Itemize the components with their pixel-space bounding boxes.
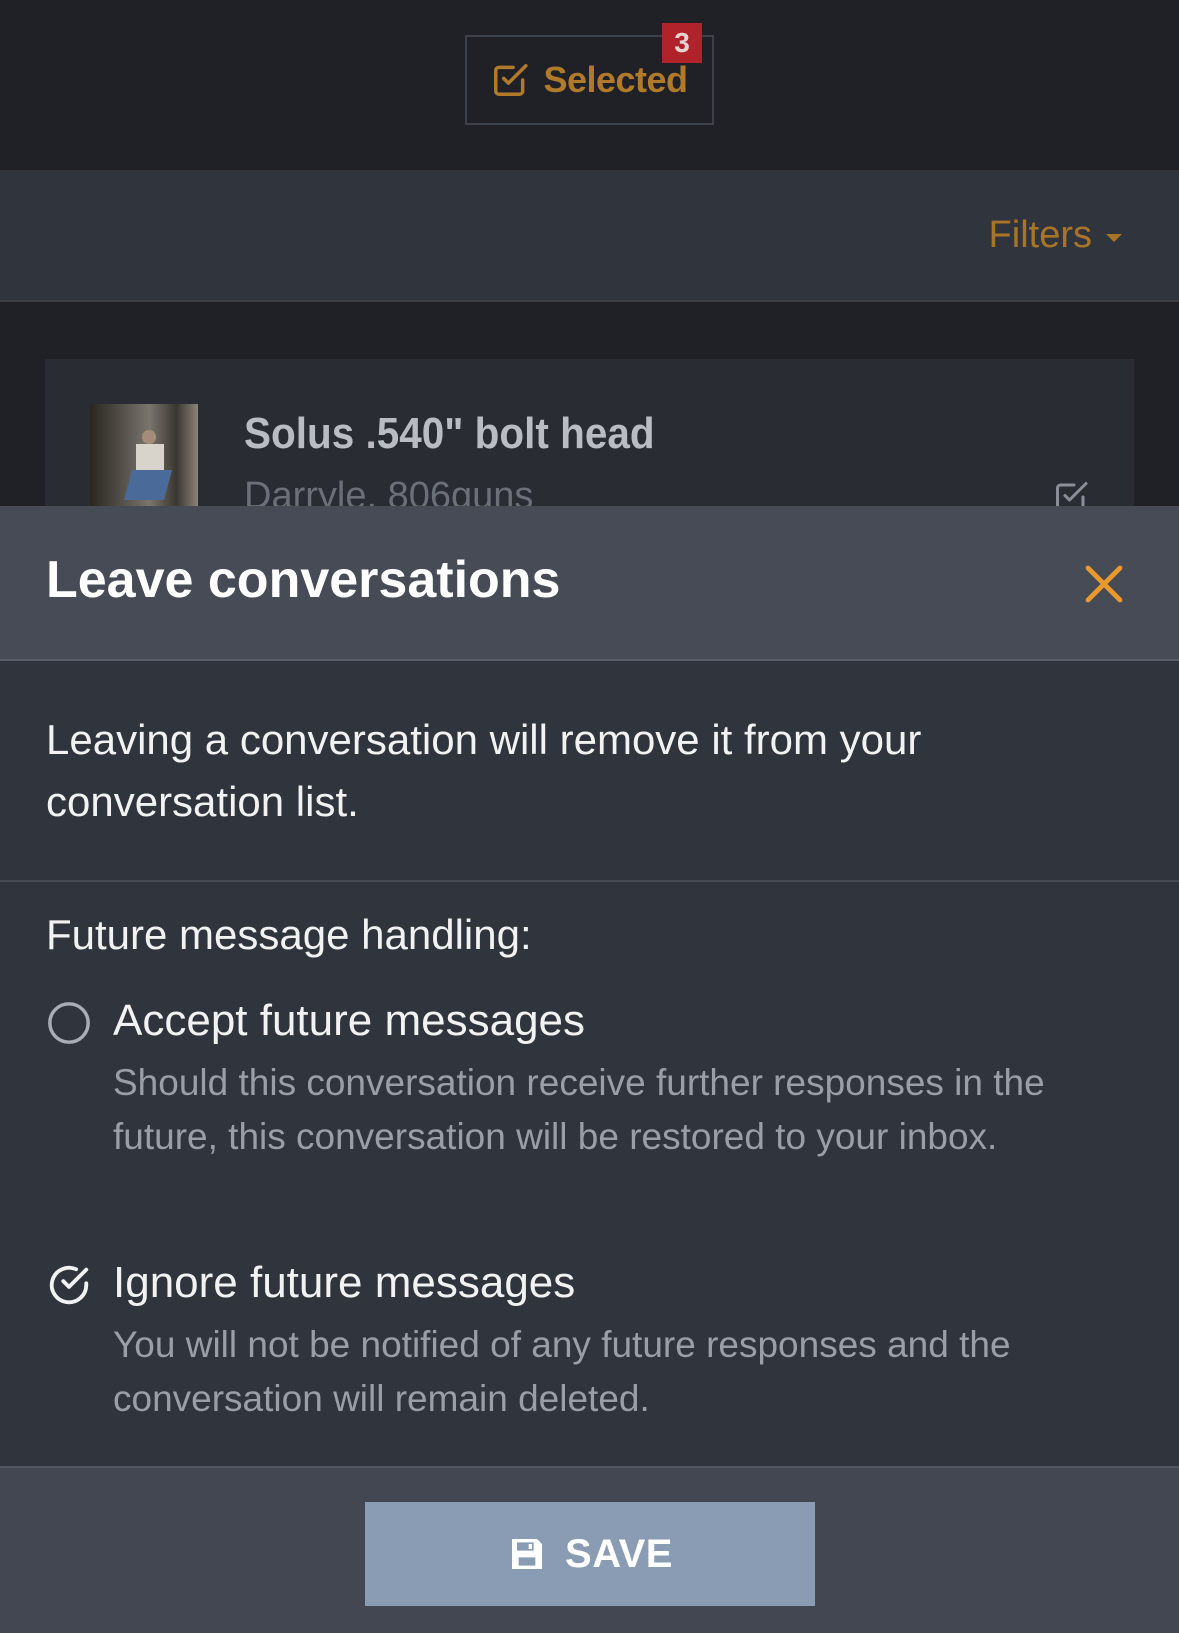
caret-down-icon bbox=[1106, 233, 1122, 242]
filters-label: Filters bbox=[988, 214, 1092, 256]
top-bar: Selected 3 bbox=[0, 0, 1179, 170]
option-description: You will not be notified of any future r… bbox=[113, 1324, 1011, 1419]
future-handling-label: Future message handling: bbox=[46, 911, 532, 958]
save-label: SAVE bbox=[565, 1531, 673, 1576]
radio-checked-icon[interactable] bbox=[46, 1262, 92, 1308]
intro-text: Leaving a conversation will remove it fr… bbox=[46, 716, 922, 825]
floppy-disk-icon bbox=[512, 1539, 543, 1569]
option-title: Ignore future messages bbox=[113, 1258, 576, 1307]
leave-conversations-modal: Leave conversations Leaving a conversati… bbox=[0, 506, 1179, 1633]
option-title: Accept future messages bbox=[113, 996, 586, 1045]
close-icon[interactable] bbox=[1080, 560, 1128, 608]
filters-dropdown[interactable]: Filters bbox=[989, 214, 1122, 257]
conversation-title: Solus .540" bolt head bbox=[244, 409, 655, 458]
modal-title: Leave conversations bbox=[46, 551, 561, 609]
selected-label: Selected bbox=[543, 59, 688, 100]
modal-header: Leave conversations bbox=[0, 506, 1179, 661]
conversation-thumbnail bbox=[90, 404, 198, 512]
save-button[interactable]: SAVE bbox=[365, 1502, 815, 1606]
radio-unchecked-icon[interactable] bbox=[46, 1000, 92, 1046]
modal-intro: Leaving a conversation will remove it fr… bbox=[0, 661, 1179, 882]
filter-bar: Filters bbox=[0, 170, 1179, 302]
modal-footer: SAVE bbox=[0, 1466, 1179, 1633]
option-description: Should this conversation receive further… bbox=[113, 1062, 1045, 1157]
selected-count-badge: 3 bbox=[662, 23, 702, 63]
checkbox-checked-icon bbox=[494, 64, 529, 96]
